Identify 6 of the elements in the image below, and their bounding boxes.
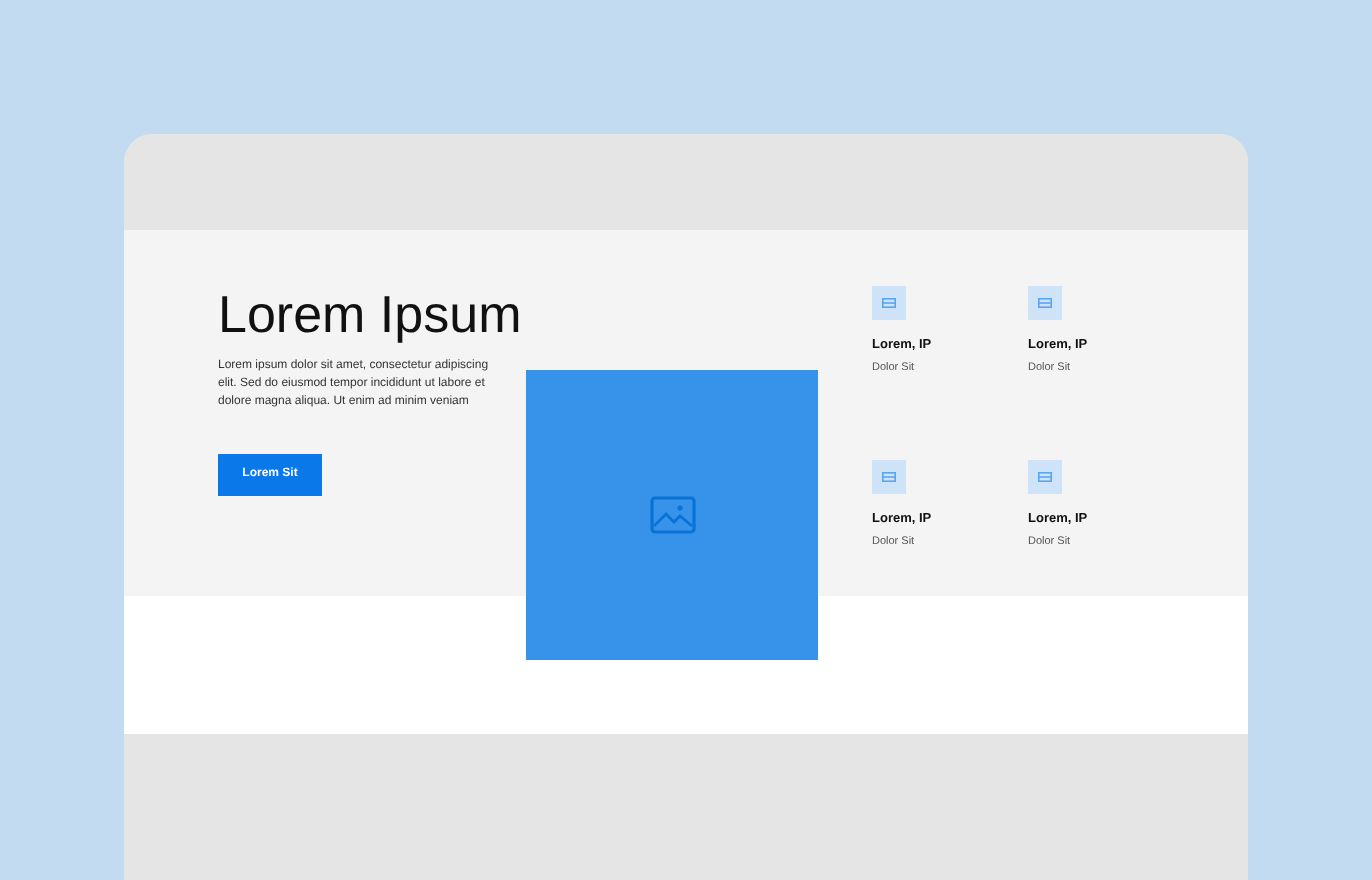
card-icon — [882, 298, 896, 308]
image-icon — [649, 496, 695, 534]
card-icon — [1038, 471, 1052, 481]
card-icon — [1038, 298, 1052, 308]
hero-title: Lorem Ipsum — [218, 286, 524, 344]
card-icon — [882, 471, 896, 481]
